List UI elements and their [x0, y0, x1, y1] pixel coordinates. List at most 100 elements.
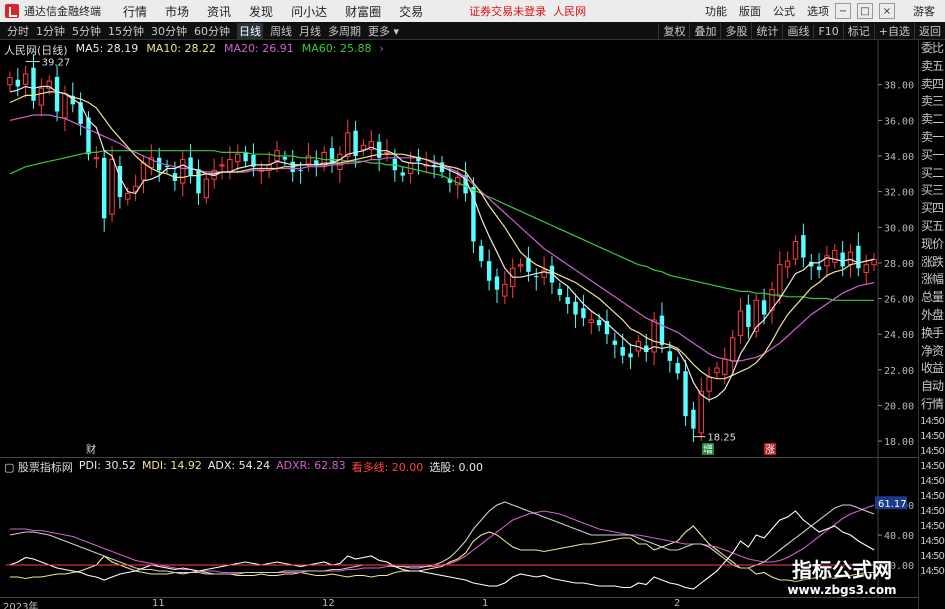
candle — [706, 367, 712, 403]
side-item-11[interactable]: 现价 — [919, 236, 945, 254]
period-multi[interactable]: 多周期 — [328, 23, 361, 39]
candle — [368, 130, 374, 160]
candle — [659, 302, 665, 353]
right-menu: 功能 版面 公式 选项 − □ × 游客 — [693, 0, 945, 22]
period-timeshare[interactable]: 分时 — [7, 23, 29, 39]
chart-title: 人民网(日线) — [4, 44, 68, 57]
select-legend: 选股: 0.00 — [429, 461, 484, 474]
more-arrow-icon[interactable]: › — [379, 42, 383, 58]
candle — [526, 246, 531, 282]
menu-market[interactable]: 市场 — [165, 3, 189, 20]
kline-chart[interactable]: 38.00 36.00 34.00 32.00 30.00 28.00 26.00 24.00… — [0, 40, 918, 457]
candle — [792, 235, 799, 266]
tool-overlay[interactable]: 叠加 — [689, 23, 720, 39]
side-item-15[interactable]: 外盘 — [919, 307, 945, 325]
side-item-1[interactable]: 卖五 — [919, 58, 945, 76]
indicator-name[interactable]: ▢ 股票指标网 — [4, 459, 73, 475]
watermark: 指标公式网 www.zbgs3.com — [752, 545, 932, 605]
side-item-7[interactable]: 买二 — [919, 165, 945, 183]
side-item-24[interactable]: 14:50 — [919, 459, 945, 474]
side-item-0[interactable]: 委比 — [919, 40, 945, 58]
menu-function[interactable]: 功能 — [705, 3, 727, 19]
candle — [479, 239, 484, 268]
period-monthly[interactable]: 月线 — [299, 23, 321, 39]
period-5min[interactable]: 5分钟 — [72, 23, 101, 39]
close-icon[interactable]: × — [879, 3, 895, 19]
tool-back[interactable]: 返回 — [914, 23, 945, 39]
side-item-5[interactable]: 卖一 — [919, 129, 945, 147]
menu-discover[interactable]: 发现 — [249, 3, 273, 20]
side-item-20[interactable]: 行情 — [919, 396, 945, 414]
side-item-9[interactable]: 买四 — [919, 200, 945, 218]
side-item-6[interactable]: 买一 — [919, 147, 945, 165]
period-daily[interactable]: 日线 — [237, 22, 263, 39]
maximize-icon[interactable]: □ — [857, 3, 873, 19]
period-60min[interactable]: 60分钟 — [194, 23, 230, 39]
tool-draw[interactable]: 画线 — [782, 23, 813, 39]
candle — [565, 285, 570, 314]
ma5-legend: MA5: 28.19 — [75, 42, 139, 55]
side-item-22[interactable]: 14:50 — [919, 429, 945, 444]
time-label-2023: 2023年 — [3, 602, 39, 609]
side-item-13[interactable]: 涨幅 — [919, 271, 945, 289]
watermark-url: www.zbgs3.com — [787, 582, 897, 597]
candle — [22, 66, 29, 98]
period-more[interactable]: 更多 ▾ — [368, 23, 399, 39]
menu-news[interactable]: 资讯 — [207, 3, 231, 20]
side-item-3[interactable]: 卖三 — [919, 93, 945, 111]
side-item-21[interactable]: 14:50 — [919, 414, 945, 429]
menu-formula[interactable]: 公式 — [773, 3, 795, 19]
candle — [258, 162, 265, 185]
candle — [353, 120, 358, 168]
side-item-28[interactable]: 14:50 — [919, 519, 945, 534]
candle — [581, 294, 586, 327]
tool-multi-stock[interactable]: 多股 — [720, 23, 751, 39]
candle — [840, 240, 845, 277]
side-item-23[interactable]: 14:50 — [919, 444, 945, 459]
candle — [557, 282, 563, 302]
period-15min[interactable]: 15分钟 — [108, 23, 144, 39]
candle — [801, 223, 806, 268]
side-item-18[interactable]: 收益 — [919, 360, 945, 378]
period-1min[interactable]: 1分钟 — [36, 23, 65, 39]
period-30min[interactable]: 30分钟 — [151, 23, 187, 39]
candle — [188, 144, 193, 184]
side-item-27[interactable]: 14:50 — [919, 504, 945, 519]
tool-f10[interactable]: F10 — [813, 24, 842, 38]
mdi-legend: MDI: 14.92 — [141, 459, 202, 472]
side-item-19[interactable]: 自动 — [919, 378, 945, 396]
side-item-17[interactable]: 净资 — [919, 343, 945, 361]
guest-label[interactable]: 游客 — [913, 3, 935, 19]
menu-options[interactable]: 选项 — [807, 3, 829, 19]
tool-add-watchlist[interactable]: +自选 — [873, 23, 914, 39]
candle — [847, 244, 854, 278]
candle — [729, 329, 736, 375]
side-item-26[interactable]: 14:50 — [919, 489, 945, 504]
menu-layout[interactable]: 版面 — [739, 3, 761, 19]
menu-ask[interactable]: 问小达 — [291, 3, 327, 20]
side-item-4[interactable]: 卖二 — [919, 111, 945, 129]
tool-stats[interactable]: 统计 — [751, 23, 782, 39]
candle — [314, 150, 319, 177]
candle — [871, 253, 877, 271]
menu-wealth[interactable]: 财富圈 — [345, 3, 381, 20]
side-item-16[interactable]: 换手 — [919, 325, 945, 343]
side-item-12[interactable]: 涨跌 — [919, 254, 945, 272]
candle — [219, 156, 225, 180]
ma60-legend: MA60: 25.88 — [301, 42, 372, 55]
candle — [675, 356, 680, 380]
fast-legend: 看多线: 20.00 — [351, 461, 424, 474]
menu-quotes[interactable]: 行情 — [123, 3, 147, 20]
side-item-10[interactable]: 买五 — [919, 218, 945, 236]
adx-legend: ADX: 54.24 — [207, 459, 271, 472]
side-item-2[interactable]: 卖四 — [919, 76, 945, 94]
tool-adjust[interactable]: 复权 — [658, 23, 689, 39]
side-item-25[interactable]: 14:50 — [919, 474, 945, 489]
side-item-14[interactable]: 总量 — [919, 289, 945, 307]
minimize-icon[interactable]: − — [835, 3, 851, 19]
period-weekly[interactable]: 周线 — [270, 23, 292, 39]
tool-mark[interactable]: 标记 — [842, 23, 874, 39]
login-notice[interactable]: 证券交易未登录 人民网 — [469, 3, 586, 19]
menu-trade[interactable]: 交易 — [399, 3, 423, 20]
side-item-8[interactable]: 买三 — [919, 182, 945, 200]
